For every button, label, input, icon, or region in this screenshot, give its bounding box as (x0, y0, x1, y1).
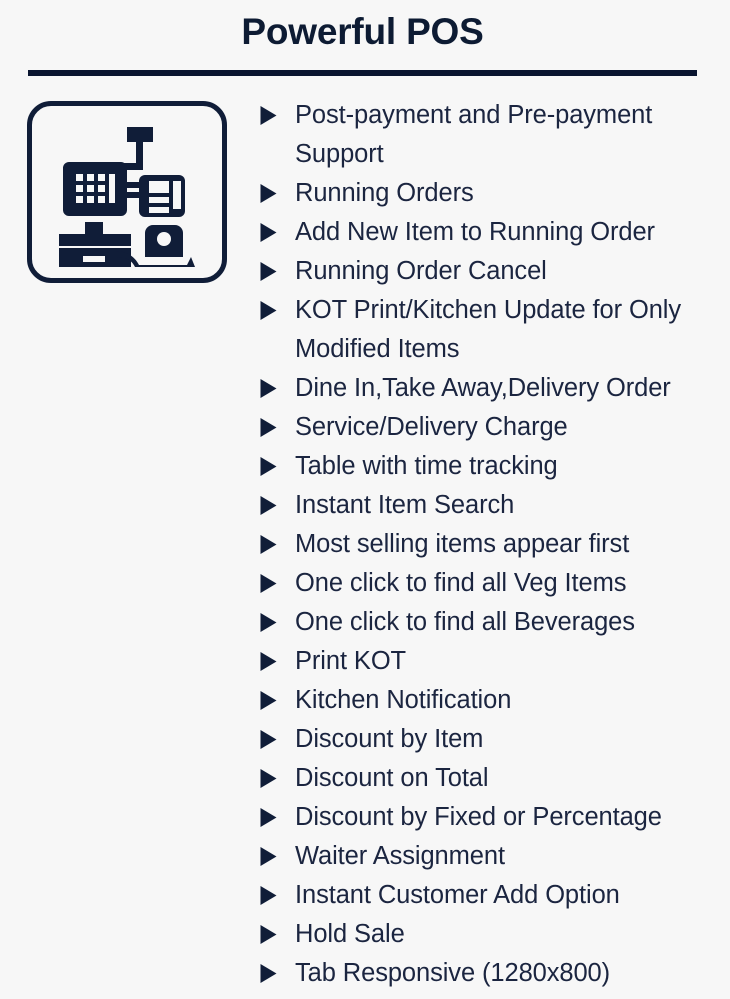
list-item: Kitchen Notification (255, 681, 725, 720)
feature-label: Running Order Cancel (295, 252, 725, 291)
triangle-play-bullet-icon (259, 183, 278, 204)
triangle-play-bullet-icon (259, 612, 278, 633)
triangle-play-bullet-icon (259, 651, 278, 672)
list-item: Dine In,Take Away,Delivery Order (255, 369, 725, 408)
feature-label: Running Orders (295, 174, 725, 213)
feature-label: Discount on Total (295, 759, 725, 798)
triangle-play-bullet-icon (259, 105, 278, 126)
triangle-play-bullet-icon (259, 300, 278, 321)
triangle-play-bullet-icon (259, 729, 278, 750)
feature-label: Discount by Item (295, 720, 725, 759)
triangle-play-bullet-icon (259, 768, 278, 789)
list-item: One click to find all Beverages (255, 603, 725, 642)
feature-label: Discount by Fixed or Percentage (295, 798, 725, 837)
list-item: Discount on Total (255, 759, 725, 798)
feature-label: Service/Delivery Charge (295, 408, 725, 447)
list-item: Running Orders (255, 174, 725, 213)
page-title: Powerful POS (28, 12, 697, 53)
triangle-play-bullet-icon (259, 495, 278, 516)
list-item: Print KOT (255, 642, 725, 681)
feature-label: Instant Customer Add Option (295, 876, 725, 915)
feature-label: Instant Item Search (295, 486, 725, 525)
list-item: Table with time tracking (255, 447, 725, 486)
feature-label: Hold Sale (295, 915, 725, 954)
feature-label: KOT Print/Kitchen Update for Only Modifi… (295, 291, 725, 369)
feature-label: One click to find all Veg Items (295, 564, 725, 603)
feature-label: Print KOT (295, 642, 725, 681)
list-item: Most selling items appear first (255, 525, 725, 564)
triangle-play-bullet-icon (259, 885, 278, 906)
pos-icon-panel (27, 101, 227, 283)
triangle-play-bullet-icon (259, 456, 278, 477)
feature-label: One click to find all Beverages (295, 603, 725, 642)
feature-list: Post-payment and Pre-payment Support Run… (255, 96, 725, 993)
triangle-play-bullet-icon (259, 534, 278, 555)
feature-label: Dine In,Take Away,Delivery Order (295, 369, 725, 408)
triangle-play-bullet-icon (259, 807, 278, 828)
list-item: KOT Print/Kitchen Update for Only Modifi… (255, 291, 725, 369)
feature-label: Kitchen Notification (295, 681, 725, 720)
triangle-play-bullet-icon (259, 846, 278, 867)
header: Powerful POS (0, 0, 730, 80)
list-item: Discount by Item (255, 720, 725, 759)
list-item: Tab Responsive (1280x800) (255, 954, 725, 993)
list-item: Instant Customer Add Option (255, 876, 725, 915)
powerful-pos-feature-card: Powerful POS (0, 0, 730, 999)
list-item: One click to find all Veg Items (255, 564, 725, 603)
list-item: Add New Item to Running Order (255, 213, 725, 252)
triangle-play-bullet-icon (259, 378, 278, 399)
feature-label: Waiter Assignment (295, 837, 725, 876)
list-item: Instant Item Search (255, 486, 725, 525)
triangle-play-bullet-icon (259, 261, 278, 282)
feature-label: Table with time tracking (295, 447, 725, 486)
list-item: Service/Delivery Charge (255, 408, 725, 447)
triangle-play-bullet-icon (259, 222, 278, 243)
feature-label: Most selling items appear first (295, 525, 725, 564)
triangle-play-bullet-icon (259, 573, 278, 594)
list-item: Waiter Assignment (255, 837, 725, 876)
list-item: Hold Sale (255, 915, 725, 954)
triangle-play-bullet-icon (259, 963, 278, 984)
triangle-play-bullet-icon (259, 924, 278, 945)
triangle-play-bullet-icon (259, 690, 278, 711)
triangle-play-bullet-icon (259, 417, 278, 438)
title-divider (28, 70, 697, 76)
list-item: Discount by Fixed or Percentage (255, 798, 725, 837)
feature-label: Add New Item to Running Order (295, 213, 725, 252)
feature-label: Tab Responsive (1280x800) (295, 954, 725, 993)
pos-terminal-icon (53, 119, 201, 267)
feature-label: Post-payment and Pre-payment Support (295, 96, 725, 174)
list-item: Post-payment and Pre-payment Support (255, 96, 725, 174)
list-item: Running Order Cancel (255, 252, 725, 291)
